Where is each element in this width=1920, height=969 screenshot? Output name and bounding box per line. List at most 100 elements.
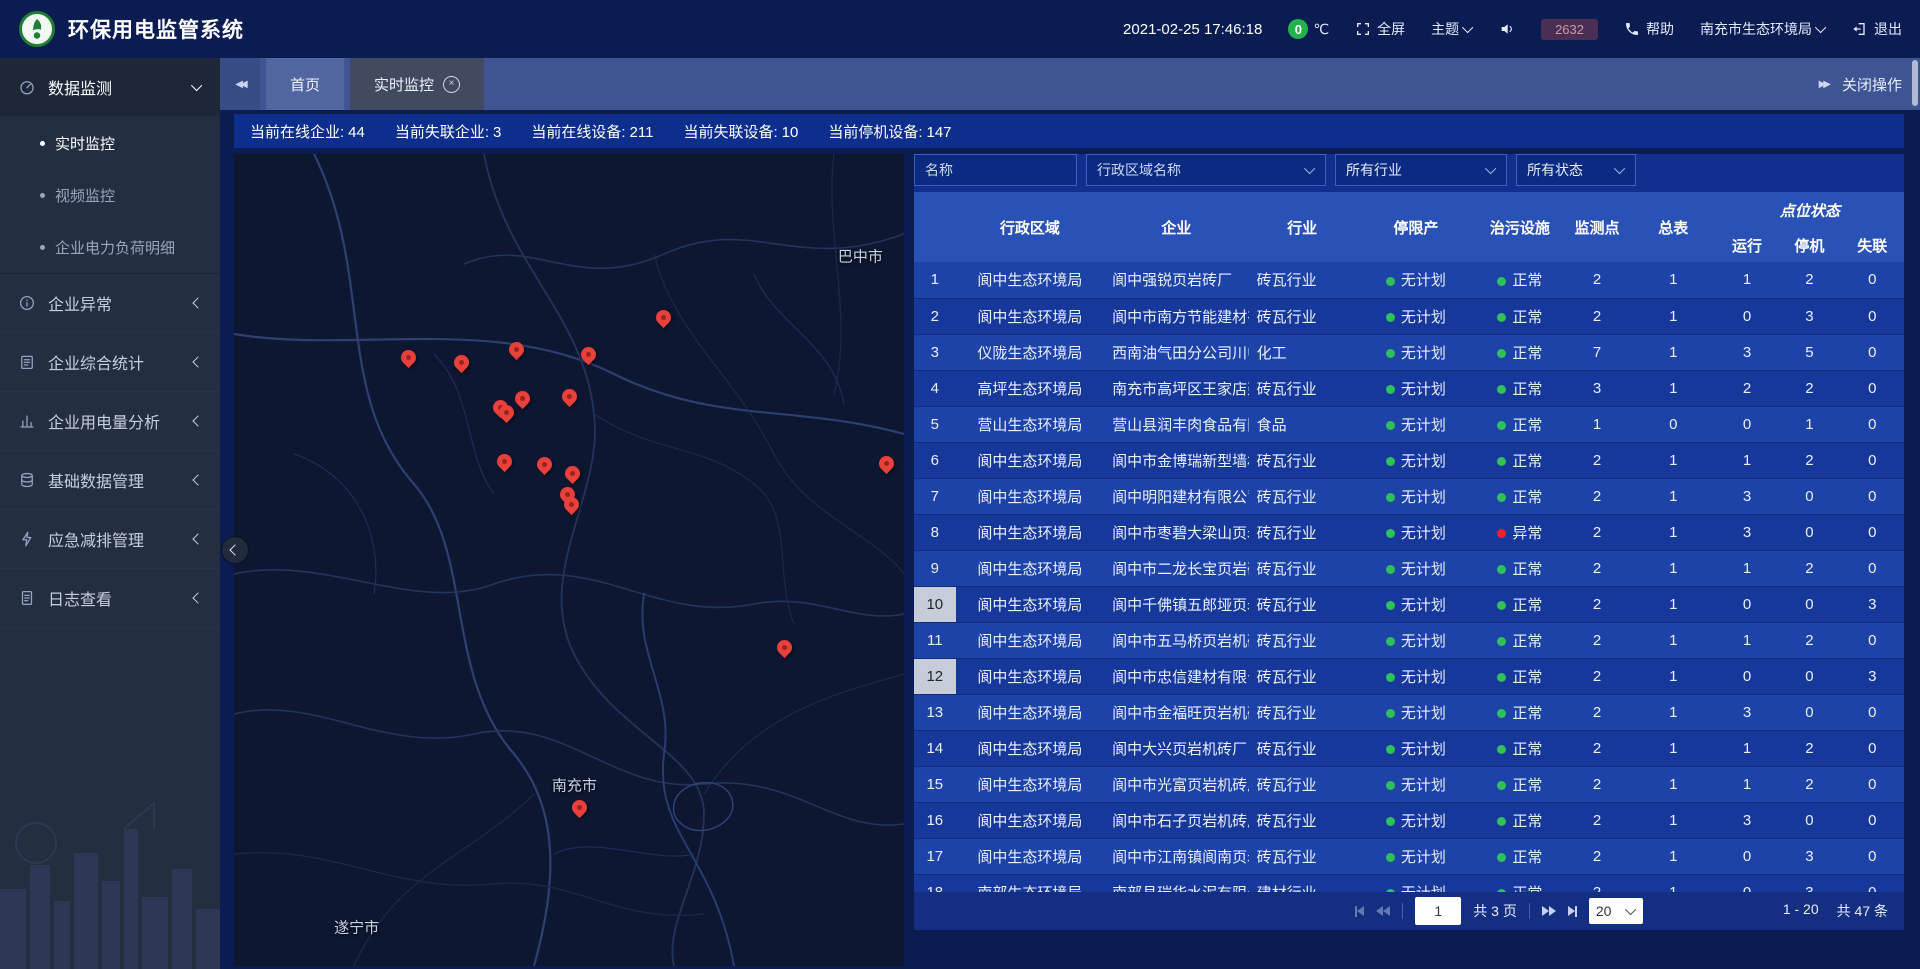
col-meters: 总表	[1631, 192, 1716, 262]
close-operations-button[interactable]: 关闭操作	[1842, 74, 1902, 95]
cell-monitor-points: 1	[1563, 406, 1630, 442]
region-select[interactable]: 行政区域名称	[1086, 154, 1326, 186]
sidebar-item-video-monitor[interactable]: 视频监控	[0, 169, 220, 221]
cell-stopped: 0	[1778, 514, 1840, 550]
pagination-bar: 共 3 页 20 1 - 20	[914, 892, 1904, 930]
last-page-button[interactable]	[1568, 906, 1577, 917]
sidebar-item-emergency-reduction[interactable]: 应急减排管理	[0, 510, 220, 569]
table-row[interactable]: 14阆中生态环境局阆中大兴页岩机砖厂砖瓦行业无计划正常21120	[914, 730, 1904, 766]
cell-monitor-points: 2	[1563, 298, 1630, 334]
table-row[interactable]: 13阆中生态环境局阆中市金福旺页岩机砖砖瓦行业无计划正常21300	[914, 694, 1904, 730]
cell-running: 3	[1716, 694, 1778, 730]
col-region: 行政区域	[956, 192, 1105, 262]
table-row[interactable]: 10阆中生态环境局阆中千佛镇五郎垭页岩砖瓦行业无计划正常21003	[914, 586, 1904, 622]
map-pin[interactable]	[562, 496, 582, 517]
prev-page-button[interactable]	[1376, 906, 1390, 916]
name-search-input[interactable]	[914, 154, 1077, 186]
table-row[interactable]: 8阆中生态环境局阆中市枣碧大梁山页岩砖瓦行业无计划异常21300	[914, 514, 1904, 550]
theme-dropdown[interactable]: 主题	[1431, 19, 1473, 39]
map-pin[interactable]	[563, 465, 583, 486]
cell-running: 1	[1716, 766, 1778, 802]
org-dropdown[interactable]: 南充市生态环境局	[1700, 19, 1826, 39]
status-select[interactable]: 所有状态	[1516, 154, 1636, 186]
scrollbar-thumb[interactable]	[1912, 60, 1918, 106]
table-row[interactable]: 11阆中生态环境局阆中市五马桥页岩机砖砖瓦行业无计划正常21120	[914, 622, 1904, 658]
table-row[interactable]: 1阆中生态环境局阆中强锐页岩砖厂砖瓦行业无计划正常21120	[914, 262, 1904, 298]
sidebar-item-enterprise-statistics[interactable]: 企业综合统计	[0, 333, 220, 392]
header-toolbar: 2021-02-25 17:46:18 0 ℃ 全屏 主题 2632 帮助 南充…	[1123, 19, 1902, 40]
map-pin[interactable]	[570, 799, 590, 820]
sidebar-item-enterprise-abnormal[interactable]: 企业异常	[0, 274, 220, 333]
table-row[interactable]: 4高坪生态环境局南充市高坪区王家店建砖瓦行业无计划正常31220	[914, 370, 1904, 406]
logout-button[interactable]: 退出	[1852, 19, 1902, 39]
sidebar-item-base-data-management[interactable]: 基础数据管理	[0, 451, 220, 510]
stat-item: 当前失联设备:10	[683, 121, 798, 142]
map[interactable]: 巴中市南充市遂宁市	[234, 154, 904, 966]
chevron-down-icon	[1462, 22, 1473, 33]
stat-item: 当前失联企业:3	[395, 121, 502, 142]
first-page-button[interactable]	[1355, 906, 1364, 917]
map-collapse-toggle[interactable]	[221, 536, 249, 564]
map-pin[interactable]	[452, 354, 472, 375]
chevron-left-icon	[192, 415, 203, 426]
table-row[interactable]: 2阆中生态环境局阆中市南方节能建材有砖瓦行业无计划正常21030	[914, 298, 1904, 334]
cell-lost: 0	[1841, 838, 1904, 874]
table-row[interactable]: 12阆中生态环境局阆中市忠信建材有限公砖瓦行业无计划正常21003	[914, 658, 1904, 694]
cell-industry: 砖瓦行业	[1249, 766, 1356, 802]
cell-meters: 1	[1631, 370, 1716, 406]
table-row[interactable]: 7阆中生态环境局阆中明阳建材有限公司砖瓦行业无计划正常21300	[914, 478, 1904, 514]
sidebar-item-power-load-detail[interactable]: 企业电力负荷明细	[0, 221, 220, 273]
sound-button[interactable]	[1499, 21, 1515, 37]
page-number-input[interactable]	[1415, 897, 1461, 925]
cell-limit-status: 无计划	[1356, 694, 1477, 730]
cell-stopped: 2	[1778, 370, 1840, 406]
table-row[interactable]: 5营山生态环境局营山县润丰肉食品有限食品无计划正常10010	[914, 406, 1904, 442]
close-icon[interactable]: ×	[443, 76, 460, 93]
map-pin[interactable]	[775, 639, 795, 660]
bullet-icon	[40, 141, 45, 146]
cell-monitor-points: 3	[1563, 370, 1630, 406]
status-dot	[1386, 745, 1395, 754]
tab-bar: ◀◀ 首页 实时监控 × ▶▶ 关闭操作	[220, 58, 1920, 110]
cell-company: 阆中市五马桥页岩机砖	[1104, 622, 1249, 658]
cell-region: 阆中生态环境局	[956, 838, 1105, 874]
cell-limit-status: 无计划	[1356, 622, 1477, 658]
tab-scroll-left-icon[interactable]: ◀◀	[220, 58, 260, 110]
tab-scroll-right-icon[interactable]: ▶▶	[1819, 79, 1828, 90]
map-pin[interactable]	[535, 456, 555, 477]
table-row[interactable]: 9阆中生态环境局阆中市二龙长宝页岩砖砖瓦行业无计划正常21120	[914, 550, 1904, 586]
tab-home[interactable]: 首页	[266, 58, 344, 110]
sidebar-item-log-view[interactable]: 日志查看	[0, 569, 220, 628]
page-size-select[interactable]: 20	[1589, 898, 1643, 924]
help-button[interactable]: 帮助	[1624, 19, 1674, 39]
status-dot	[1386, 565, 1395, 574]
map-pin[interactable]	[579, 346, 599, 367]
map-pin[interactable]	[495, 453, 515, 474]
fullscreen-button[interactable]: 全屏	[1355, 19, 1405, 39]
message-count-badge[interactable]: 2632	[1541, 19, 1598, 40]
table-row[interactable]: 6阆中生态环境局阆中市金博瑞新型墙材砖瓦行业无计划正常21120	[914, 442, 1904, 478]
tab-realtime-monitor[interactable]: 实时监控 ×	[350, 58, 484, 110]
cell-region: 仪陇生态环境局	[956, 334, 1105, 370]
industry-select[interactable]: 所有行业	[1335, 154, 1507, 186]
cell-region: 阆中生态环境局	[956, 442, 1105, 478]
temperature-badge: 0	[1288, 19, 1308, 39]
map-pin[interactable]	[507, 341, 527, 362]
table-row[interactable]: 15阆中生态环境局阆中市光富页岩机砖厂砖瓦行业无计划正常21120	[914, 766, 1904, 802]
next-page-button[interactable]	[1542, 906, 1556, 916]
map-pin[interactable]	[877, 455, 897, 476]
map-pin[interactable]	[654, 309, 674, 330]
table-row[interactable]: 16阆中生态环境局阆中市石子页岩机砖厂砖瓦行业无计划正常21300	[914, 802, 1904, 838]
table-row[interactable]: 17阆中生态环境局阆中市江南镇阆南页岩砖瓦行业无计划正常21030	[914, 838, 1904, 874]
status-dot	[1497, 529, 1506, 538]
table-row[interactable]: 3仪陇生态环境局西南油气田分公司川中化工无计划正常71350	[914, 334, 1904, 370]
sidebar-item-data-monitoring[interactable]: 数据监测	[0, 58, 220, 117]
map-pin[interactable]	[513, 390, 533, 411]
map-pin[interactable]	[560, 388, 580, 409]
sidebar-item-power-usage-analysis[interactable]: 企业用电量分析	[0, 392, 220, 451]
sidebar-item-realtime-monitor[interactable]: 实时监控	[0, 117, 220, 169]
map-pin[interactable]	[399, 349, 419, 370]
table-row[interactable]: 18南部生态环境局南部县瑞华水泥有限公建材行业无计划正常21030	[914, 874, 1904, 892]
row-index: 18	[914, 874, 956, 892]
cell-monitor-points: 2	[1563, 694, 1630, 730]
